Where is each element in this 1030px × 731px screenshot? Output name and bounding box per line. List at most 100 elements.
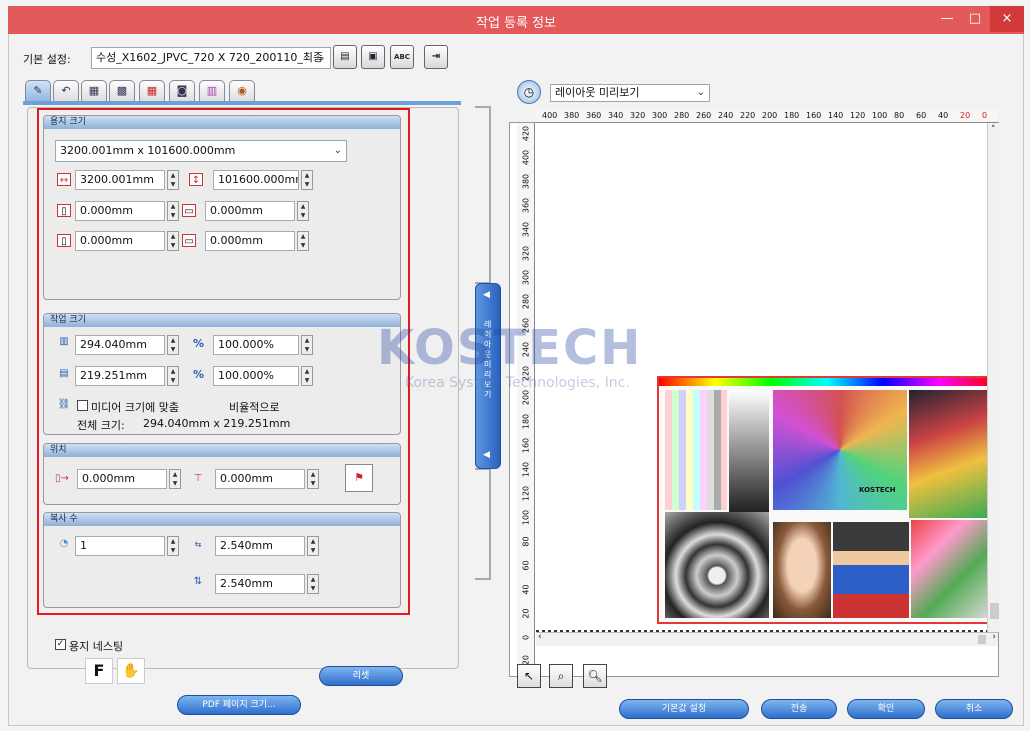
ruler-top: 400 380 360 340 320 300 280 260 240 220 200 180 160 1… bbox=[536, 109, 998, 123]
ruler-top-tick: 380 bbox=[564, 111, 580, 120]
window-title: 작업 등록 정보 bbox=[475, 16, 557, 31]
ruler-left-tick: 200 bbox=[521, 389, 531, 406]
chevron-down-icon: ⌄ bbox=[317, 52, 326, 63]
preview-mode-value: 레이아웃 미리보기 bbox=[555, 86, 640, 99]
minimize-button[interactable]: — bbox=[932, 6, 962, 32]
preview-mode-select[interactable]: 레이아웃 미리보기 ⌄ bbox=[550, 84, 710, 102]
save-icon[interactable]: ▤ bbox=[333, 45, 357, 69]
ruler-top-tick: 100 bbox=[872, 111, 888, 120]
staircase-photo bbox=[665, 512, 769, 618]
arrow-left-icon: ◀ bbox=[483, 290, 490, 300]
tab2-icon[interactable]: ↶ bbox=[53, 80, 79, 102]
horizontal-scrollbar[interactable]: ‹ › bbox=[536, 632, 998, 646]
maximize-button[interactable]: □ bbox=[960, 6, 990, 32]
ruler-left-tick: 40 bbox=[521, 584, 531, 595]
tab3-icon[interactable]: ▦ bbox=[81, 80, 107, 102]
ruler-top-tick: 280 bbox=[674, 111, 690, 120]
ruler-top-tick: 320 bbox=[630, 111, 646, 120]
ok-button[interactable]: 확인 bbox=[847, 699, 925, 719]
ruler-top-tick: 80 bbox=[894, 111, 905, 120]
ruler-left-tick: 160 bbox=[521, 437, 531, 454]
default-settings-button[interactable]: 기본값 설정 bbox=[619, 699, 749, 719]
scroll-thumb[interactable] bbox=[990, 603, 999, 619]
ruler-top-tick: 220 bbox=[740, 111, 756, 120]
ruler-top-tick: 120 bbox=[850, 111, 866, 120]
tab6-icon[interactable]: ◙ bbox=[169, 80, 195, 102]
ruler-left-tick: 320 bbox=[521, 245, 531, 262]
ruler-left-tick: 420 bbox=[521, 125, 531, 142]
send-button[interactable]: 전송 bbox=[761, 699, 837, 719]
scroll-left-icon[interactable]: ‹ bbox=[538, 632, 542, 642]
ruler-left-tick: 0 bbox=[521, 634, 531, 641]
delete-preset-icon[interactable]: ⇥ bbox=[424, 45, 448, 69]
ruler-top-tick: 200 bbox=[762, 111, 778, 120]
ruler-top-tick: 400 bbox=[542, 111, 558, 120]
layout-tab-icon[interactable]: ✎ bbox=[25, 80, 51, 102]
ruler-left-tick: 120 bbox=[521, 485, 531, 502]
ruler-left-tick: 100 bbox=[521, 509, 531, 526]
highlight-frame bbox=[37, 108, 410, 615]
close-button[interactable]: × bbox=[990, 6, 1024, 32]
ruler-top-tick: 60 bbox=[916, 111, 927, 120]
pointer-tool-icon[interactable]: ↖ bbox=[517, 664, 541, 688]
zoom-fit-icon[interactable]: 🔍︎ bbox=[583, 664, 607, 688]
art-thumbnails bbox=[909, 390, 993, 518]
ruler-top-tick: 160 bbox=[806, 111, 822, 120]
ruler-top-tick: 240 bbox=[718, 111, 734, 120]
watermark-main: KOSTECH bbox=[377, 320, 643, 376]
bracket-bottom bbox=[475, 468, 491, 580]
ruler-left-tick: 20 bbox=[521, 608, 531, 619]
arrow-left-icon: ◀ bbox=[483, 450, 490, 460]
nesting-checkbox[interactable]: ✓ bbox=[55, 639, 66, 650]
zoom-tool-icon[interactable]: ⌕ bbox=[549, 664, 573, 688]
hand-icon[interactable]: ✋ bbox=[117, 658, 145, 684]
scroll-thumb[interactable] bbox=[978, 635, 986, 644]
clock-icon[interactable]: ◷ bbox=[517, 80, 541, 104]
tab8-icon[interactable]: ◉ bbox=[229, 80, 255, 102]
ruler-left-tick: 300 bbox=[521, 269, 531, 286]
portrait-photo bbox=[773, 522, 831, 618]
scroll-right-icon[interactable]: › bbox=[992, 632, 996, 642]
ruler-left-tick: 340 bbox=[521, 221, 531, 238]
tab4-icon[interactable]: ▩ bbox=[109, 80, 135, 102]
ruler-top-tick: 260 bbox=[696, 111, 712, 120]
bracket-top bbox=[475, 106, 491, 284]
color-strip bbox=[659, 378, 995, 386]
reset-button[interactable]: 리셋 bbox=[319, 666, 403, 686]
ruler-top-tick: 300 bbox=[652, 111, 668, 120]
nesting-label: 용지 네스팅 bbox=[69, 640, 124, 653]
dialog-body: 기본 설정: 수성_X1602_JPVC_720 X 720_200110_최종… bbox=[8, 34, 1024, 726]
ruler-left: 420 400 380 360 340 320 300 280 260 240 220 200 180 1… bbox=[517, 123, 535, 667]
ruler-top-tick: 360 bbox=[586, 111, 602, 120]
font-button[interactable]: F bbox=[85, 658, 113, 684]
ruler-left-tick: 80 bbox=[521, 536, 531, 547]
girl-photo bbox=[833, 522, 909, 618]
ruler-top-tick: 40 bbox=[938, 111, 949, 120]
ruler-left-tick: 400 bbox=[521, 149, 531, 166]
ruler-left-tick: 180 bbox=[521, 413, 531, 430]
preset-select[interactable]: 수성_X1602_JPVC_720 X 720_200110_최종 ⌄ bbox=[91, 47, 331, 69]
gray-ramp bbox=[729, 390, 769, 530]
tab-underline bbox=[23, 101, 461, 105]
watermark: KOSTECH Korea System Technologies, Inc. bbox=[377, 320, 687, 391]
ruler-top-tick: 340 bbox=[608, 111, 624, 120]
spell-check-icon[interactable]: ABC bbox=[390, 45, 414, 69]
tab5-icon[interactable]: ▦ bbox=[139, 80, 165, 102]
cancel-button[interactable]: 취소 bbox=[935, 699, 1013, 719]
ruler-left-tick: 380 bbox=[521, 173, 531, 190]
tab7-icon[interactable]: ▥ bbox=[199, 80, 225, 102]
title-bar: 작업 등록 정보 — □ × bbox=[8, 6, 1024, 34]
ruler-top-tick: 0 bbox=[982, 111, 988, 120]
save-as-icon[interactable]: ▣ bbox=[361, 45, 385, 69]
ruler-top-tick: 140 bbox=[828, 111, 844, 120]
job-preview[interactable]: KOSTECH bbox=[657, 376, 997, 624]
vertical-scrollbar[interactable]: ˄ bbox=[987, 123, 1001, 632]
color-ramps bbox=[665, 390, 727, 510]
ruler-left-tick: 140 bbox=[521, 461, 531, 478]
preset-value: 수성_X1602_JPVC_720 X 720_200110_최종 bbox=[96, 51, 324, 64]
ruler-left-tick: 360 bbox=[521, 197, 531, 214]
test-chart-label: KOSTECH bbox=[859, 486, 896, 494]
ruler-left-tick: 60 bbox=[521, 560, 531, 571]
pdf-page-size-button[interactable]: PDF 페이지 크기... bbox=[177, 695, 301, 715]
scroll-up-icon[interactable]: ˄ bbox=[991, 125, 996, 135]
